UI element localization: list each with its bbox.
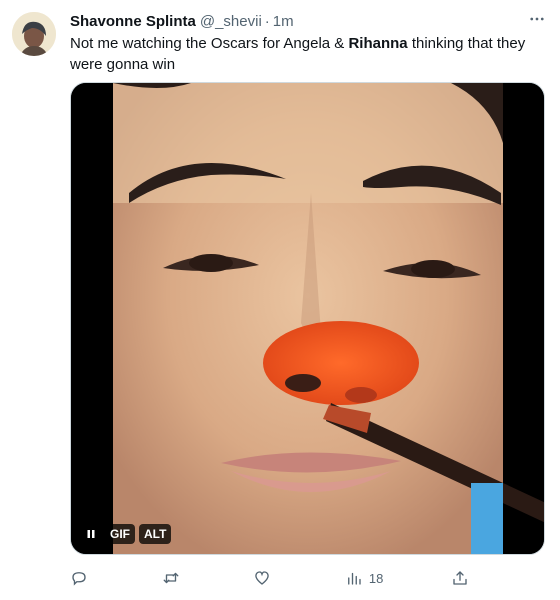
views-count: 18 — [368, 570, 384, 586]
tweet-text-part: Not me watching the Oscars for Angela & — [70, 35, 349, 52]
like-button[interactable] — [253, 569, 277, 587]
views-button[interactable]: 18 — [345, 569, 383, 587]
reply-icon — [72, 572, 86, 586]
gif-frame — [71, 83, 544, 554]
more-horizontal-icon — [530, 17, 544, 21]
heart-icon — [255, 571, 269, 585]
tweet-text: Not me watching the Oscars for Angela & … — [70, 33, 540, 75]
gif-media[interactable]: GIF ALT — [70, 82, 545, 555]
share-icon — [453, 571, 467, 585]
separator-dot: · — [264, 12, 270, 30]
display-name[interactable]: Shavonne Splinta — [70, 13, 196, 30]
action-bar: 18 — [70, 566, 475, 590]
alt-badge[interactable]: ALT — [139, 524, 172, 544]
avatar[interactable] — [12, 12, 56, 56]
gif-controls: GIF ALT — [81, 524, 172, 544]
user-handle[interactable]: @_shevii — [200, 13, 262, 30]
share-button[interactable] — [451, 569, 475, 587]
tweet-header: Shavonne Splinta @_shevii · 1m — [70, 10, 550, 32]
more-options-button[interactable] — [526, 8, 548, 30]
tweet-text-bold: Rihanna — [348, 35, 408, 52]
retweet-icon — [163, 572, 179, 584]
tweet: Shavonne Splinta @_shevii · 1m Not me wa… — [0, 0, 560, 600]
reply-button[interactable] — [70, 569, 94, 587]
pause-icon — [87, 530, 95, 538]
retweet-button[interactable] — [162, 569, 186, 587]
pause-button[interactable] — [81, 524, 101, 544]
timestamp[interactable]: 1m — [273, 13, 294, 30]
analytics-icon — [347, 572, 361, 585]
gif-badge: GIF — [105, 524, 135, 544]
